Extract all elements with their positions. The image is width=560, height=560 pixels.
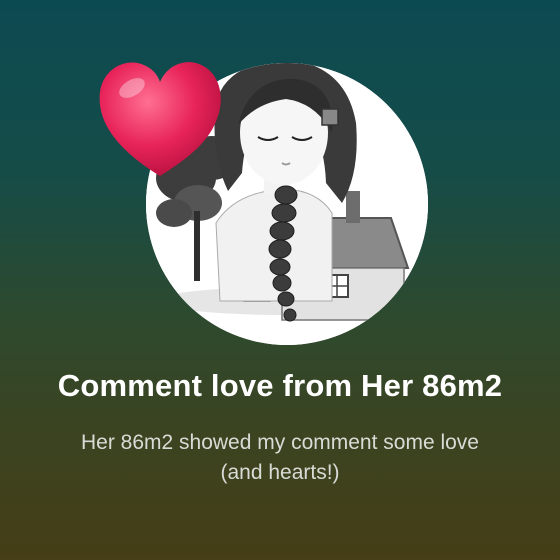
notification-title: Comment love from Her 86m2 bbox=[57, 368, 503, 403]
comment-love-card: Comment love from Her 86m2 Her 86m2 show… bbox=[0, 0, 560, 560]
notification-message: Her 86m2 showed my comment some love (an… bbox=[81, 431, 479, 484]
heart-icon bbox=[94, 54, 226, 180]
